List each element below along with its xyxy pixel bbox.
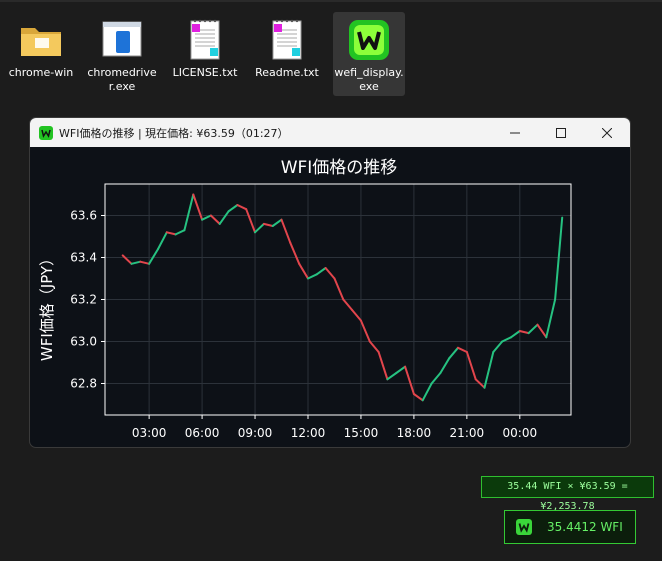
x-tick-label: 09:00 <box>238 426 273 440</box>
x-tick-label: 03:00 <box>132 426 167 440</box>
desktop-icon-license[interactable]: LICENSE.txt <box>169 12 241 96</box>
minimize-icon <box>510 132 520 133</box>
y-tick-label: 63.0 <box>70 335 97 349</box>
price-segment <box>501 336 512 343</box>
desktop-icon-readme[interactable]: Readme.txt <box>251 12 323 96</box>
text-file-icon <box>263 16 311 64</box>
chart-window[interactable]: WFI価格の推移 | 現在価格: ¥63.59（01:27） WFI価格の推移 … <box>29 117 631 448</box>
x-tick-label: 15:00 <box>344 426 379 440</box>
wfi-balance-value: 35.4412 WFI <box>547 520 623 534</box>
minimize-button[interactable] <box>492 118 538 147</box>
desktop-icon-label: chromedriver.exe <box>87 66 157 93</box>
price-chart: WFI価格の推移 WFI価格（JPY） 62.8 63.0 63.2 63.4 63.6… <box>38 158 572 440</box>
price-segment <box>289 241 301 265</box>
price-segment <box>421 382 433 402</box>
price-segment <box>333 277 345 301</box>
price-segment <box>227 204 239 213</box>
window-title: WFI価格の推移 | 現在価格: ¥63.59（01:27） <box>59 126 289 140</box>
price-segment <box>536 323 548 339</box>
x-tick-label: 12:00 <box>291 426 326 440</box>
price-segment <box>430 372 442 385</box>
price-segment <box>130 260 142 265</box>
wfi-balance-widget[interactable]: 35.4412 WFI <box>504 510 636 544</box>
y-tick-label: 63.4 <box>70 251 97 265</box>
wefi-app-icon <box>516 519 532 535</box>
price-series <box>121 193 564 402</box>
price-segment <box>201 214 212 221</box>
price-segment <box>359 319 371 343</box>
wefi-app-icon <box>39 125 53 140</box>
price-segment <box>351 309 362 322</box>
price-segment <box>457 346 468 353</box>
window-titlebar[interactable]: WFI価格の推移 | 現在価格: ¥63.59（01:27） <box>30 118 630 147</box>
price-segment <box>280 218 292 244</box>
y-tick-label: 62.8 <box>70 377 97 391</box>
price-segment <box>368 340 380 353</box>
desktop-icon-chrome-win[interactable]: chrome-win <box>5 12 77 96</box>
price-segment <box>448 346 459 360</box>
price-segment <box>545 298 557 339</box>
exe-window-icon <box>98 16 146 64</box>
price-segment <box>183 193 195 232</box>
chart-ylabel: WFI価格（JPY） <box>38 251 56 361</box>
price-segment <box>139 260 151 265</box>
price-segment <box>412 393 424 402</box>
price-segment <box>121 254 133 265</box>
desktop-icon-label: LICENSE.txt <box>172 66 238 79</box>
desktop-icon-label: wefi_display.exe <box>334 66 404 93</box>
maximize-icon <box>556 127 566 138</box>
price-segment <box>483 351 495 389</box>
x-tick-label: 06:00 <box>185 426 220 440</box>
price-segment <box>218 210 230 225</box>
x-tick-label: 21:00 <box>450 426 485 440</box>
x-tick-label: 18:00 <box>397 426 432 440</box>
price-segment <box>324 267 336 280</box>
price-segment <box>342 298 354 311</box>
price-segment <box>165 231 177 236</box>
price-segment <box>404 365 415 395</box>
price-segment <box>510 330 521 339</box>
price-segment <box>209 214 221 225</box>
price-segment <box>518 330 530 335</box>
price-segment <box>245 208 256 234</box>
price-segment <box>554 216 564 301</box>
price-segment <box>439 357 451 374</box>
price-segment <box>254 222 265 234</box>
desktop-icon-chromedriver[interactable]: chromedriver.exe <box>86 12 158 96</box>
price-segment <box>271 218 283 227</box>
price-segment <box>236 204 248 211</box>
top-edge <box>0 0 662 2</box>
x-tick-label: 00:00 <box>503 426 538 440</box>
price-segment <box>492 340 504 353</box>
maximize-button[interactable] <box>538 118 584 147</box>
price-segment <box>262 222 274 227</box>
price-segment <box>307 273 318 280</box>
price-segment <box>527 323 539 335</box>
price-segment <box>157 231 168 251</box>
price-segment <box>174 229 186 236</box>
value-calculation-label: 35.44 WFI × ¥63.59 = ¥2,253.78 <box>481 476 654 512</box>
close-button[interactable] <box>584 118 630 147</box>
price-segment <box>386 372 398 381</box>
chart-grid <box>105 184 571 415</box>
y-tick-label: 63.2 <box>70 293 97 307</box>
price-segment <box>315 267 327 276</box>
wefi-app-icon <box>345 16 393 64</box>
price-segment <box>148 248 159 265</box>
price-segment <box>377 351 389 381</box>
desktop-icon-label: chrome-win <box>8 66 74 79</box>
desktop-icon-label: Readme.txt <box>255 66 319 79</box>
chart-title: WFI価格の推移 <box>281 158 398 178</box>
desktop-icon-wefi-display[interactable]: wefi_display.exe <box>333 12 405 96</box>
price-segment <box>298 262 309 280</box>
y-tick-label: 63.6 <box>70 209 97 223</box>
chart-area: WFI価格の推移 WFI価格（JPY） 62.8 63.0 63.2 63.4 63.6… <box>30 147 630 447</box>
close-icon <box>602 127 612 138</box>
folder-icon <box>17 16 65 64</box>
price-segment <box>465 351 477 381</box>
text-file-icon <box>181 16 229 64</box>
price-segment <box>395 365 407 374</box>
